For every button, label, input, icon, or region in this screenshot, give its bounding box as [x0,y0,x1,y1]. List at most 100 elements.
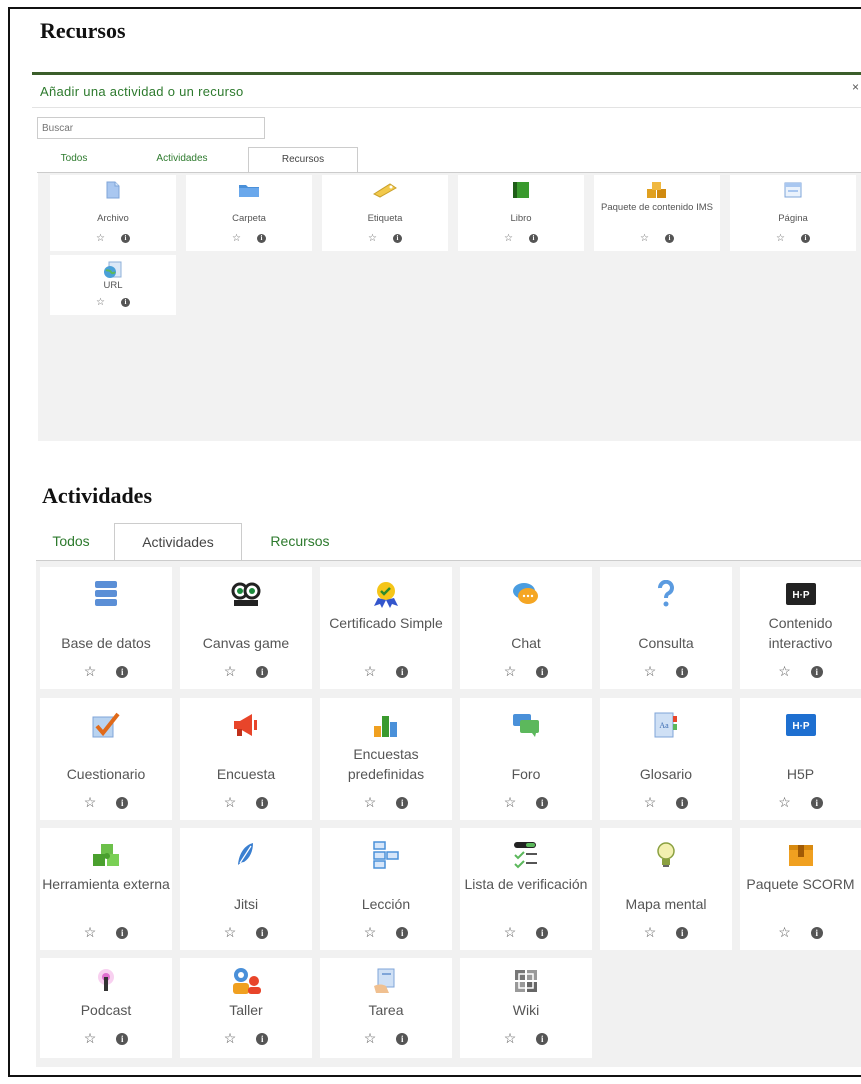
star-icon[interactable]: ☆ [504,233,513,244]
info-icon[interactable]: i [396,1033,409,1046]
star-icon[interactable]: ☆ [224,663,237,680]
tab-actividades[interactable]: Actividades [127,147,237,173]
activity-card-consulta[interactable]: Consulta ☆ i [600,567,732,689]
resource-card-etiqueta[interactable]: Etiqueta ☆ i [322,175,448,251]
star-icon[interactable]: ☆ [504,1030,517,1047]
info-icon[interactable]: i [120,233,130,243]
info-icon[interactable]: i [810,666,823,679]
info-icon[interactable]: i [664,233,674,243]
resource-card-libro[interactable]: Libro ☆ i [458,175,584,251]
activity-card-chat[interactable]: Chat ☆ i [460,567,592,689]
activity-card-h5p[interactable]: H·P H5P ☆ i [740,698,861,820]
close-icon[interactable]: × [852,80,859,94]
info-icon[interactable]: i [256,1033,269,1046]
resource-card-archivo[interactable]: Archivo ☆ i [50,175,176,251]
activity-card-taller[interactable]: Taller ☆ i [180,958,312,1058]
star-icon[interactable]: ☆ [778,924,791,941]
info-icon[interactable]: i [256,797,269,810]
star-icon[interactable]: ☆ [364,924,377,941]
section-title-recursos: Recursos [40,18,126,43]
activity-card-jitsi[interactable]: Jitsi ☆ i [180,828,312,950]
star-icon[interactable]: ☆ [644,924,657,941]
star-icon[interactable]: ☆ [96,233,105,244]
star-icon[interactable]: ☆ [96,297,105,308]
star-icon[interactable]: ☆ [778,663,791,680]
activity-card-mapa-mental[interactable]: Mapa mental ☆ i [600,828,732,950]
info-icon[interactable]: i [116,927,129,940]
star-icon[interactable]: ☆ [364,663,377,680]
star-icon[interactable]: ☆ [84,663,97,680]
star-icon[interactable]: ☆ [224,924,237,941]
activity-card-lista-de-verificacion[interactable]: Lista de verificación ☆ i [460,828,592,950]
star-icon[interactable]: ☆ [224,1030,237,1047]
info-icon[interactable]: i [536,927,549,940]
activity-card-base-de-datos[interactable]: Base de datos ☆ i [40,567,172,689]
star-icon[interactable]: ☆ [232,233,241,244]
activity-card-wiki[interactable]: Wiki ☆ i [460,958,592,1058]
star-icon[interactable]: ☆ [224,794,237,811]
info-icon[interactable]: i [116,666,129,679]
activity-card-cuestionario[interactable]: Cuestionario ☆ i [40,698,172,820]
activity-card-podcast[interactable]: Podcast ☆ i [40,958,172,1058]
tab-todos[interactable]: Todos [37,147,111,173]
activity-card-encuestas-predefinidas[interactable]: Encuestas predefinidas ☆ i [320,698,452,820]
star-icon[interactable]: ☆ [644,794,657,811]
activity-card-canvas-game[interactable]: Canvas game ☆ i [180,567,312,689]
info-icon[interactable]: i [256,233,266,243]
activity-card-foro[interactable]: Foro ☆ i [460,698,592,820]
search-input[interactable] [37,117,265,139]
star-icon[interactable]: ☆ [84,794,97,811]
ims-package-icon [594,181,720,199]
info-icon[interactable]: i [116,1033,129,1046]
info-icon[interactable]: i [810,797,823,810]
star-icon[interactable]: ☆ [504,924,517,941]
info-icon[interactable]: i [536,1033,549,1046]
info-icon[interactable]: i [528,233,538,243]
tab-recursos[interactable]: Recursos [248,147,358,173]
resource-card-pagina[interactable]: Página ☆ i [730,175,856,251]
star-icon[interactable]: ☆ [364,794,377,811]
info-icon[interactable]: i [810,927,823,940]
info-icon[interactable]: i [676,927,689,940]
info-icon[interactable]: i [676,797,689,810]
tab-actividades[interactable]: Actividades [114,523,242,561]
activity-card-tarea[interactable]: Tarea ☆ i [320,958,452,1058]
info-icon[interactable]: i [536,666,549,679]
star-icon[interactable]: ☆ [778,794,791,811]
star-icon[interactable]: ☆ [644,663,657,680]
resource-card-carpeta[interactable]: Carpeta ☆ i [186,175,312,251]
svg-text:Aa: Aa [659,721,669,730]
resource-card-url[interactable]: URL ☆ i [50,255,176,315]
activity-card-glosario[interactable]: Aa Glosario ☆ i [600,698,732,820]
info-icon[interactable]: i [396,927,409,940]
activity-card-contenido-interactivo[interactable]: H·P Contenido interactivo ☆ i [740,567,861,689]
star-icon[interactable]: ☆ [504,663,517,680]
info-icon[interactable]: i [676,666,689,679]
info-icon[interactable]: i [120,297,130,307]
star-icon[interactable]: ☆ [84,924,97,941]
tab-recursos[interactable]: Recursos [250,523,350,561]
star-icon[interactable]: ☆ [504,794,517,811]
info-icon[interactable]: i [116,797,129,810]
bar-chart-icon [320,710,452,740]
star-icon[interactable]: ☆ [84,1030,97,1047]
resource-card-ims[interactable]: Paquete de contenido IMS ☆ i [594,175,720,251]
activity-card-encuesta[interactable]: Encuesta ☆ i [180,698,312,820]
info-icon[interactable]: i [396,797,409,810]
info-icon[interactable]: i [256,666,269,679]
activity-card-herramienta-externa[interactable]: Herramienta externa ☆ i [40,828,172,950]
star-icon[interactable]: ☆ [640,233,649,244]
star-icon[interactable]: ☆ [776,233,785,244]
tab-todos[interactable]: Todos [36,523,106,561]
activity-card-certificado-simple[interactable]: Certificado Simple ☆ i [320,567,452,689]
info-icon[interactable]: i [536,797,549,810]
activity-card-paquete-scorm[interactable]: Paquete SCORM ☆ i [740,828,861,950]
star-icon[interactable]: ☆ [364,1030,377,1047]
info-icon[interactable]: i [396,666,409,679]
activity-card-leccion[interactable]: Lección ☆ i [320,828,452,950]
info-icon[interactable]: i [800,233,810,243]
info-icon[interactable]: i [392,233,402,243]
star-icon[interactable]: ☆ [368,233,377,244]
activity-label: Base de datos [61,635,151,651]
info-icon[interactable]: i [256,927,269,940]
